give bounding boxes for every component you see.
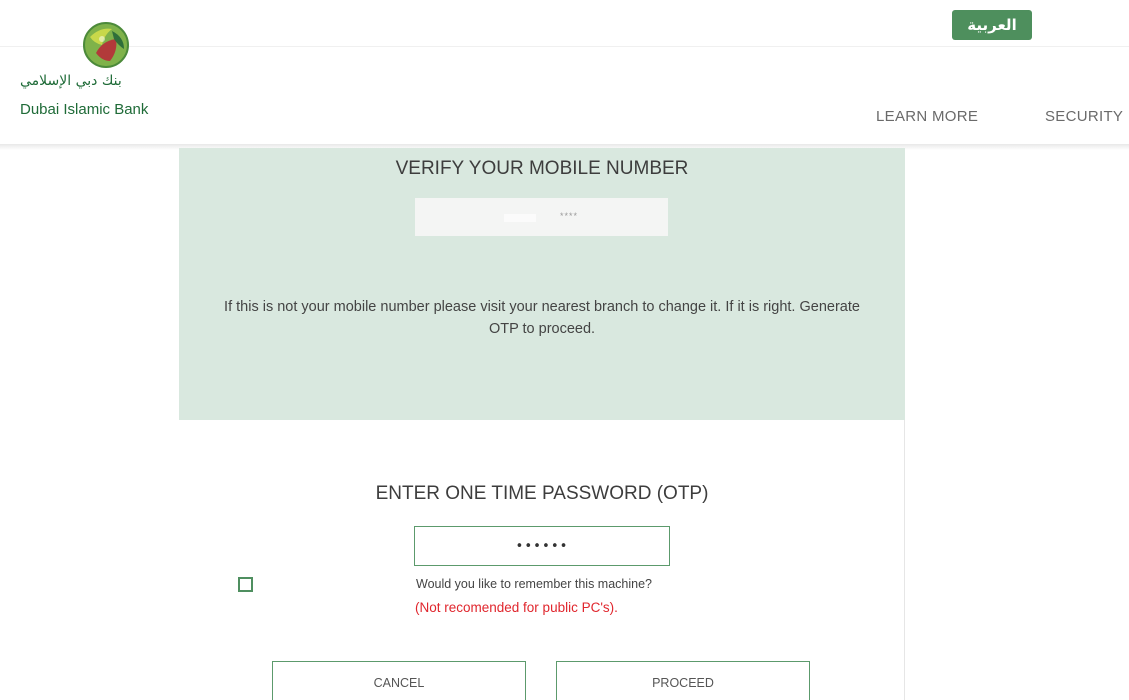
- cancel-button[interactable]: CANCEL: [272, 661, 526, 700]
- login-otp-page: العربية بنك دبي الإسلامي Dubai Islamic B…: [0, 0, 1129, 700]
- mobile-number-redaction: [504, 214, 536, 222]
- otp-title: ENTER ONE TIME PASSWORD (OTP): [375, 483, 709, 504]
- top-utility-bar: العربية: [0, 0, 1129, 47]
- logo-arabic-name: بنك دبي الإسلامي: [20, 73, 122, 89]
- language-toggle-button[interactable]: العربية: [952, 10, 1032, 40]
- nav-learn-more[interactable]: LEARN MORE: [876, 108, 978, 125]
- verify-title: VERIFY YOUR MOBILE NUMBER: [395, 158, 689, 179]
- otp-input[interactable]: [414, 526, 670, 566]
- logo-english-name: Dubai Islamic Bank: [20, 101, 149, 118]
- nav-security[interactable]: SECURITY: [1045, 108, 1123, 125]
- remember-machine-label: Would you like to remember this machine?: [416, 577, 652, 591]
- masked-mobile-number-field: ****: [415, 198, 668, 236]
- verify-message: If this is not your mobile number please…: [224, 299, 860, 337]
- masked-mobile-number: ****: [560, 211, 579, 221]
- verify-mobile-panel: VERIFY YOUR MOBILE NUMBER **** If this i…: [179, 148, 905, 420]
- card-right-border: [904, 420, 905, 700]
- proceed-button[interactable]: PROCEED: [556, 661, 810, 700]
- dib-logo-icon: [83, 22, 129, 68]
- remember-machine-checkbox[interactable]: [238, 577, 253, 592]
- remember-machine-warning: (Not recomended for public PC's).: [415, 600, 618, 615]
